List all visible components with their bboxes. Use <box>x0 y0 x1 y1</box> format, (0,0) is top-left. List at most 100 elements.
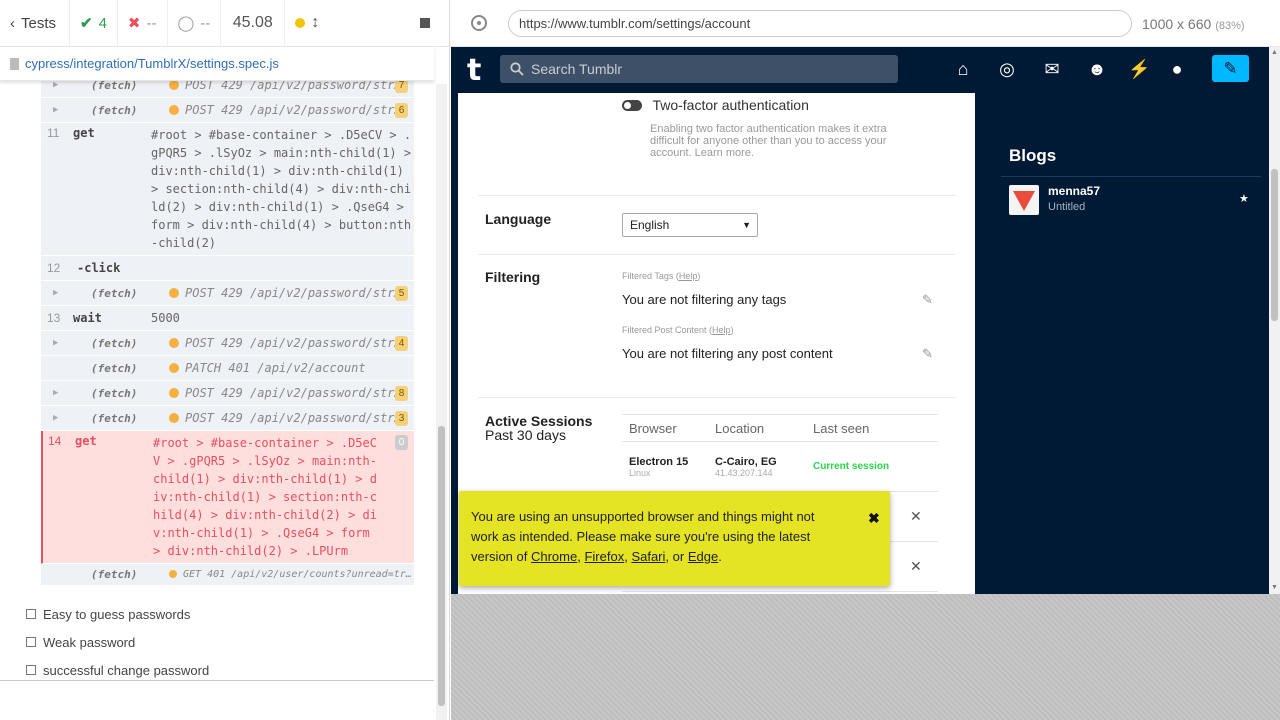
chevron-left-icon: ‹ <box>10 14 15 32</box>
edge-link[interactable]: Edge <box>688 549 718 564</box>
column-header: Location <box>715 420 765 436</box>
command-name: (fetch) <box>91 336 138 350</box>
log-row-fetch[interactable]: ▶ (fetch) POST 429 /api/v2/password/str…… <box>41 406 414 431</box>
close-icon[interactable]: ✕ <box>910 508 922 525</box>
scroll-up-icon[interactable]: ▲ <box>1271 49 1278 56</box>
command-name: get <box>73 126 95 140</box>
passed-number: 4 <box>98 14 107 32</box>
pending-dot-icon <box>169 288 179 298</box>
test-item[interactable]: Weak password <box>26 628 209 656</box>
safari-link[interactable]: Safari <box>631 549 665 564</box>
stop-button[interactable] <box>410 0 450 47</box>
avatar[interactable] <box>1009 185 1039 215</box>
close-icon[interactable]: ✕ <box>910 558 922 575</box>
home-icon[interactable]: ⌂ <box>953 59 973 79</box>
log-row-fetch[interactable]: ▶ (fetch) POST 429 /api/v2/password/str…… <box>41 331 414 356</box>
log-row-wait[interactable]: 13 wait 5000 <box>41 306 414 331</box>
column-header: Last seen <box>813 420 870 436</box>
pending-dot-icon <box>169 80 179 90</box>
log-row-click[interactable]: 12 -click <box>41 256 414 281</box>
log-row-fetch[interactable]: ▶ (fetch) POST 429 /api/v2/password/str…… <box>41 281 414 306</box>
language-value: English <box>630 218 670 232</box>
scroll-down-icon[interactable]: ▼ <box>1271 584 1278 591</box>
runner-scrollbar[interactable] <box>436 84 447 720</box>
active-sessions-sub: Past 30 days <box>485 427 566 443</box>
count-badge: 0 <box>395 435 408 450</box>
pending-dot-icon <box>169 388 179 398</box>
tumblr-logo[interactable]: t <box>467 53 481 88</box>
session-os: Linux <box>629 467 651 478</box>
scrollbar-thumb[interactable] <box>1271 169 1278 321</box>
log-row-fetch[interactable]: ▶ (fetch) POST 429 /api/v2/password/str…… <box>41 381 414 406</box>
tumblr-sidebar: Blogs menna57 Untitled ★ <box>975 93 1269 594</box>
count-badge: 6 <box>395 102 408 118</box>
chrome-link[interactable]: Chrome <box>531 549 577 564</box>
command-name: (fetch) <box>91 386 138 400</box>
filtered-content-label: Filtered Post Content (Help) <box>622 325 734 335</box>
compose-button[interactable]: ✎ <box>1212 55 1249 82</box>
cypress-runner-panel: ‹ Tests ✔ 4 ✖ -- ◯ -- 45.08 ↕ cypress/in… <box>0 0 450 720</box>
command-number: 11 <box>47 126 60 140</box>
divider <box>0 680 434 681</box>
tests-button[interactable]: ‹ Tests <box>0 0 70 47</box>
pending-number: -- <box>200 14 211 32</box>
activity-icon[interactable]: ⚡ <box>1128 59 1150 79</box>
edit-tags-pencil-icon[interactable]: ✎ <box>922 292 933 308</box>
language-label: Language <box>485 211 552 227</box>
test-status-icon <box>26 665 36 675</box>
two-factor-toggle[interactable] <box>622 100 642 111</box>
blog-name[interactable]: menna57 <box>1048 184 1100 198</box>
command-message: #root > #base-container > .D5eCV > .gPQR… <box>151 128 412 250</box>
viewport-size: 1000 x 660 <box>1142 16 1212 32</box>
command-message: POST 429 /api/v2/password/str… <box>185 411 402 425</box>
star-icon[interactable]: ★ <box>1239 192 1249 205</box>
session-last-seen: Current session <box>813 461 890 472</box>
duration: 45.08 <box>221 0 286 47</box>
log-row-fetch[interactable]: ▶ (fetch) POST 429 /api/v2/password/str…… <box>41 98 414 123</box>
log-row-fetch[interactable]: (fetch) GET 401 /api/v2/user/counts?unre… <box>41 564 414 586</box>
command-message: POST 429 /api/v2/password/str… <box>185 386 402 400</box>
divider <box>478 254 956 255</box>
command-message: GET 401 /api/v2/user/counts?unread=tr… <box>183 568 412 580</box>
spec-path[interactable]: cypress/integration/TumblrX/settings.spe… <box>0 47 434 81</box>
command-name: (fetch) <box>91 286 138 300</box>
caret-right-icon: ▶ <box>53 388 59 398</box>
stats-bar: ‹ Tests ✔ 4 ✖ -- ◯ -- 45.08 ↕ <box>0 0 450 47</box>
search-input[interactable]: Search Tumblr <box>500 55 898 83</box>
session-browser: Electron 15 <box>629 455 689 468</box>
url-bar[interactable]: https://www.tumblr.com/settings/account <box>508 10 1132 37</box>
inbox-icon[interactable]: ✉ <box>1042 59 1062 79</box>
selector-playground-icon[interactable] <box>471 15 487 31</box>
edit-content-pencil-icon[interactable]: ✎ <box>922 346 933 362</box>
firefox-link[interactable]: Firefox <box>584 549 624 564</box>
divider <box>478 397 956 398</box>
session-location: C-Cairo, EG <box>715 455 777 468</box>
aut-header: https://www.tumblr.com/settings/account … <box>451 0 1280 47</box>
log-row-failed-get[interactable]: 14 get #root > #base-container > .D5eCV … <box>41 431 414 564</box>
close-icon[interactable]: ✖ <box>868 508 880 528</box>
blogs-title: Blogs <box>1009 146 1057 165</box>
command-name: (fetch) <box>91 568 138 581</box>
unsupported-browser-banner: You are using an unsupported browser and… <box>459 491 890 586</box>
help-link[interactable]: Help <box>712 325 731 335</box>
messaging-icon[interactable]: ☻ <box>1087 59 1107 79</box>
log-row-get[interactable]: 11 get #root > #base-container > .D5eCV … <box>41 123 414 256</box>
scroll-toggle-icon[interactable]: ↕ <box>311 14 319 32</box>
command-name: (fetch) <box>91 411 138 425</box>
aut-scrollbar[interactable]: ▲ ▼ <box>1269 47 1280 594</box>
pending-dot-icon <box>169 413 179 423</box>
account-icon[interactable]: ● <box>1167 59 1187 79</box>
filtered-tags-label: Filtered Tags (Help) <box>622 271 701 281</box>
viewport-info[interactable]: 1000 x 660 (83%) <box>1142 16 1245 32</box>
language-select[interactable]: English ▼ <box>622 213 758 237</box>
pending-dot-icon <box>169 338 179 348</box>
help-link[interactable]: Help <box>679 271 698 281</box>
scrollbar-thumb[interactable] <box>438 426 445 706</box>
test-item[interactable]: Easy to guess passwords <box>26 600 209 628</box>
log-row-fetch[interactable]: (fetch) PATCH 401 /api/v2/account <box>41 356 414 381</box>
command-message: PATCH 401 /api/v2/account <box>185 361 366 375</box>
command-number: 14 <box>48 434 62 448</box>
tests-label: Tests <box>21 14 57 32</box>
command-message: #root > #base-container > .D5eCV > .gPQR… <box>153 436 377 558</box>
explore-icon[interactable]: ◎ <box>997 59 1017 79</box>
